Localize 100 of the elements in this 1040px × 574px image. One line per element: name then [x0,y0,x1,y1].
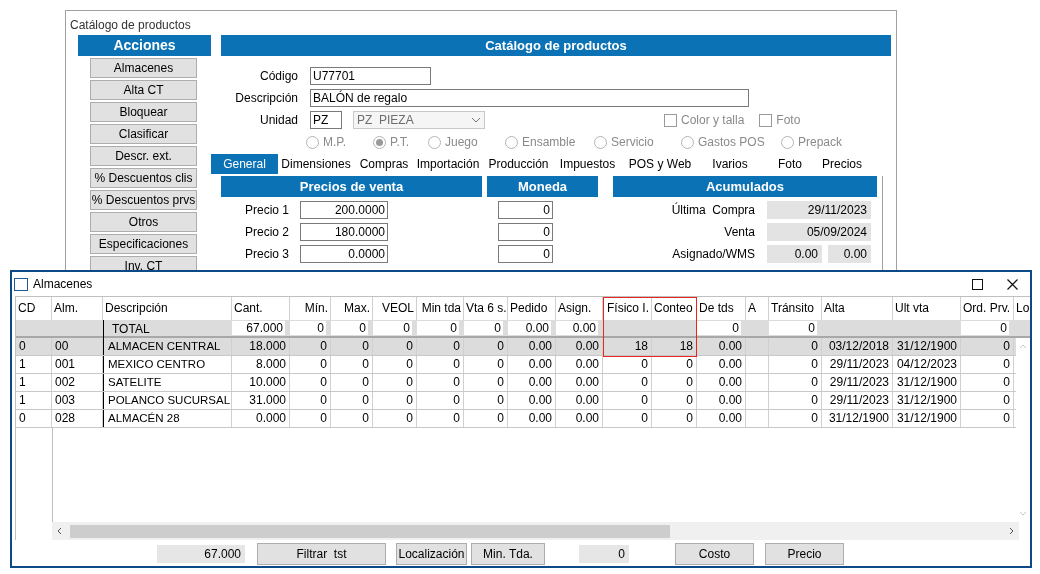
panel-header: Moneda [487,176,598,197]
input-field[interactable]: 0 [498,223,553,241]
table-cell: 0 [769,410,822,427]
table-cell: 0 [373,410,417,427]
checkbox[interactable] [664,113,677,127]
scroll-right-icon[interactable] [1009,527,1014,535]
radio-label: Prepack [798,134,843,151]
radio-label: Juego [445,134,478,151]
table-cell: 0.00 [508,356,556,373]
table-cell: ALMACÉN 28 [103,410,232,427]
input-field[interactable]: PZ [310,111,342,129]
scroll-up-icon[interactable] [1019,344,1027,349]
input-field[interactable]: 200.0000 [300,201,388,219]
field-label: Código [258,68,298,85]
action-button[interactable]: Especificaciones [90,234,197,254]
total-field: 0 [373,321,412,335]
table-cell: SATELITE [103,374,232,391]
footer-button[interactable]: Localización [396,543,467,565]
total-field: 0 [769,321,817,335]
maximize-icon[interactable] [972,278,983,290]
table-cell: 0 [417,356,464,373]
input-field[interactable]: 0 [498,245,553,263]
window-icon [14,277,28,291]
total-field: 0.00 [556,321,598,335]
field-label: Precio 3 [243,246,289,263]
table-cell: 0 [290,374,331,391]
table-cell: 00 [52,338,103,355]
table-cell: 31/12/1900 [893,338,961,355]
footer-button[interactable]: Costo [675,543,754,565]
dropdown-value: PZ PIEZA [357,112,414,129]
table-cell: 8.000 [232,356,290,373]
total-field: 0 [290,321,326,335]
close-icon[interactable] [1007,278,1018,290]
panel-header: Acumulados [613,176,877,197]
table-cell: 0.00 [508,338,556,355]
readonly-field: 0.00 [828,245,871,263]
panel-header: Catálogo de productos [221,35,891,56]
table-cell: 0 [373,356,417,373]
scroll-down-icon[interactable] [1019,511,1027,516]
table-cell: 0 [961,338,1014,355]
action-button[interactable]: Clasificar [90,124,197,144]
table-cell: 0.000 [232,410,290,427]
table-cell: 0 [652,392,697,409]
table-cell: 002 [52,374,103,391]
input-field[interactable]: BALÓN de regalo [310,89,749,107]
action-button[interactable]: Descr. ext. [90,146,197,166]
table-cell: 0 [603,374,652,391]
radio-label: Gastos POS [698,134,765,151]
table-cell: 0.00 [556,392,603,409]
radio-button[interactable] [428,135,441,149]
horizontal-scrollbar[interactable] [52,522,1019,540]
checkbox[interactable] [759,113,773,127]
table-cell: 0 [652,356,697,373]
total-field: 0 [961,321,1009,335]
field-label: Descripción [234,90,298,107]
table-cell: 18.000 [232,338,290,355]
radio-button[interactable] [505,135,518,149]
radio-button[interactable] [594,135,607,149]
radio-label: Ensamble [522,134,576,151]
footer-button[interactable]: Filtrar tst [257,543,386,565]
action-button[interactable]: % Descuentos clis [90,168,197,188]
radio-label: M.P. [323,134,347,151]
input-field[interactable]: 0 [498,201,553,219]
input-field[interactable]: 180.0000 [300,223,388,241]
tab[interactable]: General [211,154,278,174]
table-cell: 003 [52,392,103,409]
footer-button[interactable]: Min. Tda. [471,543,545,565]
table-cell: 18 [652,338,697,355]
table-cell: 0 [16,410,52,427]
table-cell: 0 [464,338,508,355]
dropdown-field[interactable]: PZ PIEZA [353,111,485,129]
action-button[interactable]: Almacenes [90,58,197,78]
radio-button[interactable] [373,135,386,149]
table-cell: 0 [16,338,52,355]
footer-button[interactable]: Precio [765,543,844,565]
action-button[interactable]: % Descuentos prvs [90,190,197,210]
table-cell: MEXICO CENTRO [103,356,232,373]
radio-button[interactable] [306,135,319,149]
scroll-left-icon[interactable] [57,527,62,535]
table-cell: POLANCO SUCURSAL [103,392,232,409]
action-button[interactable]: Alta CT [90,80,197,100]
checkbox-label: Color y talla [681,112,745,129]
action-button[interactable]: Bloquear [90,102,197,122]
table-cell: 0 [769,338,822,355]
action-button[interactable]: Otros [90,212,197,232]
input-field[interactable]: U77701 [310,67,431,85]
table-cell: 0 [331,338,373,355]
table-cell: 0 [464,374,508,391]
readonly-field: 29/11/2023 [767,201,871,219]
radio-button[interactable] [681,135,694,149]
radio-button[interactable] [781,135,794,149]
table-cell: 0.00 [556,338,603,355]
input-field[interactable]: 0.0000 [300,245,388,263]
table-cell: 0 [652,410,697,427]
table-cell: 31.000 [232,392,290,409]
table-cell: 0.00 [697,392,746,409]
table-cell: 0 [331,392,373,409]
table-cell: 0.00 [556,410,603,427]
table-cell: 29/11/2023 [822,392,893,409]
radio-label: Servicio [611,134,654,151]
